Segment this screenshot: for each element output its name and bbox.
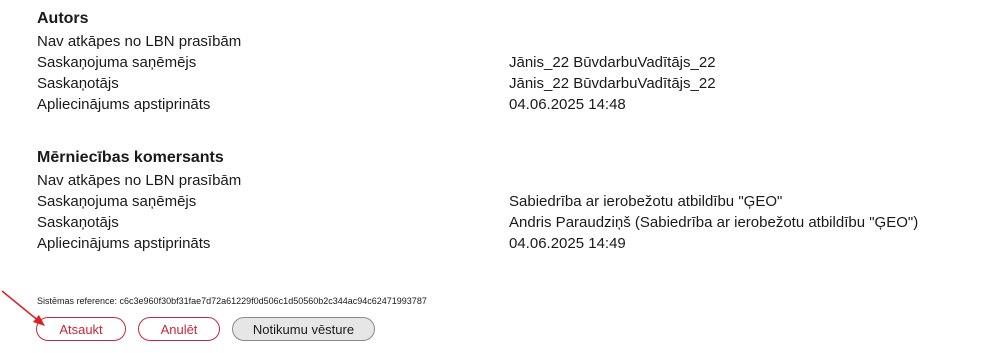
row-label: Apliecinājums apstiprināts [37,96,211,113]
row-value: Jānis_22 BūvdarbuVadītājs_22 [509,75,716,92]
row-label: Saskaņojuma saņēmējs [37,193,197,210]
recipient-row: Saskaņojuma saņēmējs Jānis_22 BūvdarbuVa… [37,52,977,73]
recall-button[interactable]: Atsaukt [36,317,126,341]
row-value: Andris Paraudziņš (Sabiedrība ar ierobež… [509,214,919,231]
recipient-row: Saskaņojuma saņēmējs Sabiedrība ar ierob… [37,191,977,212]
approver-row: Saskaņotājs Andris Paraudziņš (Sabiedrīb… [37,212,977,233]
approval-row: Nav atkāpes no LBN prasībām [37,170,977,191]
row-label: Saskaņojuma saņēmējs [37,54,197,71]
section-author: Autors Nav atkāpes no LBN prasībām Saska… [37,9,977,115]
row-label: Nav atkāpes no LBN prasībām [37,172,242,189]
approval-row: Nav atkāpes no LBN prasībām [37,31,977,52]
row-label: Saskaņotājs [37,214,119,231]
row-label: Nav atkāpes no LBN prasībām [37,33,242,50]
system-reference: Sistēmas reference: c6c3e960f30bf31fae7d… [37,296,427,306]
section-title: Autors [37,10,89,27]
section-surveyor: Mērniecības komersants Nav atkāpes no LB… [37,148,977,254]
row-value: 04.06.2025 14:49 [509,235,626,252]
row-label: Saskaņotājs [37,75,119,92]
section-title: Mērniecības komersants [37,149,224,166]
event-history-button[interactable]: Notikumu vēsture [232,317,375,341]
row-value: Sabiedrība ar ierobežotu atbildību "ĢEO" [509,193,783,210]
row-label: Apliecinājums apstiprināts [37,235,211,252]
row-value: Jānis_22 BūvdarbuVadītājs_22 [509,54,716,71]
cancel-button[interactable]: Anulēt [138,317,220,341]
confirmed-row: Apliecinājums apstiprināts 04.06.2025 14… [37,94,977,115]
confirmed-row: Apliecinājums apstiprināts 04.06.2025 14… [37,233,977,254]
row-value: 04.06.2025 14:48 [509,96,626,113]
approver-row: Saskaņotājs Jānis_22 BūvdarbuVadītājs_22 [37,73,977,94]
